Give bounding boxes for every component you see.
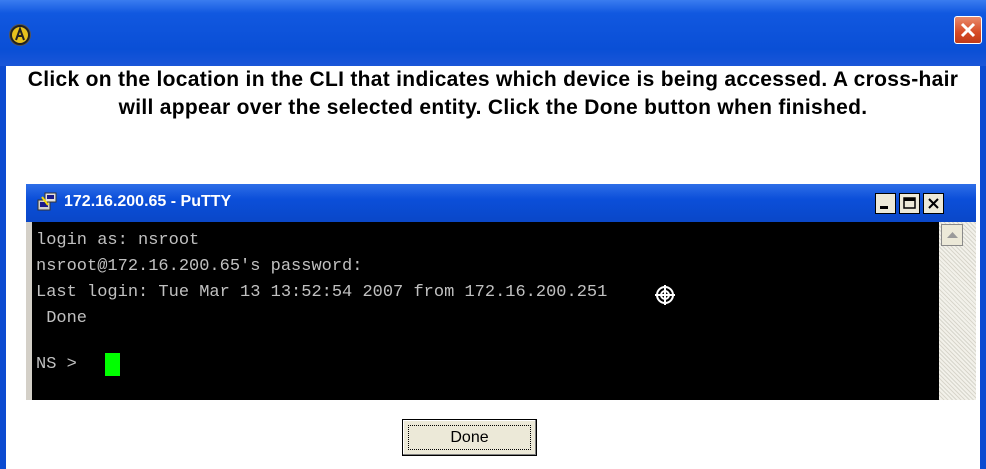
dialog-close-button[interactable] [954,16,982,44]
crosshair-icon [654,284,676,311]
scroll-up-button[interactable] [941,224,963,246]
terminal-cursor [105,353,120,376]
minimize-icon [880,206,888,209]
terminal-line[interactable]: login as: nsroot [36,231,199,251]
terminal-line[interactable]: nsroot@172.16.200.65's password: [36,257,362,277]
terminal-scrollbar[interactable] [939,222,976,400]
minimize-button[interactable] [875,193,896,214]
putty-titlebar[interactable]: 172.16.200.65 - PuTTY [26,184,976,222]
dialog-titlebar [0,0,986,66]
prompt-text: NS > [36,355,88,374]
close-icon [960,22,976,38]
app-logo-icon [9,24,31,46]
dialog-frame-left [0,66,6,469]
putty-window: 172.16.200.65 - PuTTY login as: nsroot n… [26,184,976,400]
putty-close-button[interactable] [923,193,944,214]
done-button[interactable]: Done [402,419,537,456]
terminal-prompt[interactable]: NS > [36,335,87,375]
maximize-button[interactable] [899,193,920,214]
close-icon [928,198,939,209]
scroll-up-arrow-icon [947,232,958,238]
terminal-line[interactable]: Last login: Tue Mar 13 13:52:54 2007 fro… [36,283,607,303]
terminal-line[interactable]: Done [36,309,87,329]
dialog-frame-right [980,66,986,469]
instruction-text: Click on the location in the CLI that in… [27,68,959,119]
putty-icon [36,191,58,213]
terminal[interactable]: login as: nsroot nsroot@172.16.200.65's … [32,222,939,400]
maximize-icon [903,197,916,209]
putty-title: 172.16.200.65 - PuTTY [64,193,232,210]
